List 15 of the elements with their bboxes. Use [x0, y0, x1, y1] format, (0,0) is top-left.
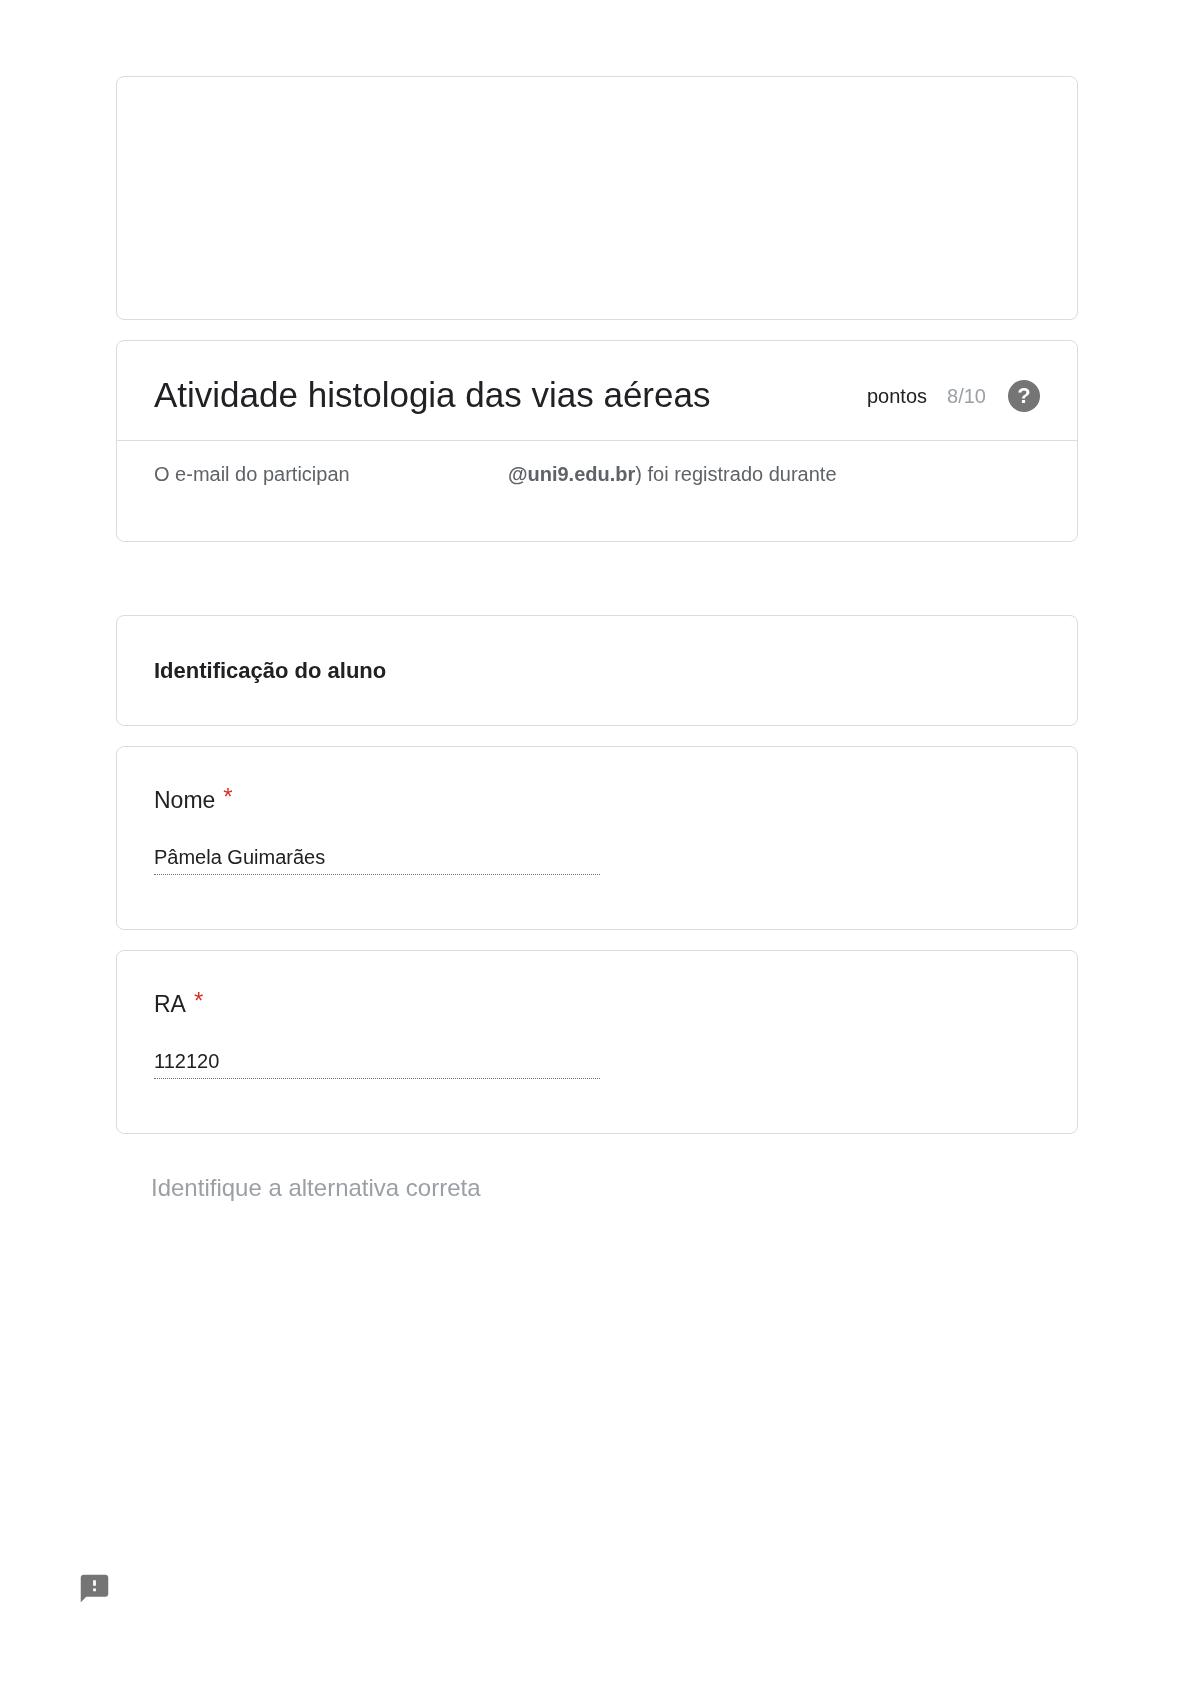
question-label: RA — [154, 990, 186, 1019]
score: 8/10 — [947, 383, 986, 409]
help-icon[interactable]: ? — [1008, 379, 1040, 412]
answer-field[interactable]: Pâmela Guimarães — [154, 841, 600, 875]
required-asterisk: * — [193, 987, 204, 1015]
section-title: Identificação do aluno — [154, 657, 387, 685]
form-title: Atividade histologia das vias aéreas — [154, 374, 711, 417]
question-label: Nome — [154, 786, 216, 815]
points-label: pontos — [867, 383, 928, 409]
email-notice: O e-mail do participan — [154, 462, 351, 487]
answer-field[interactable]: 112120 — [154, 1045, 600, 1079]
next-section-title: Identifique a alternativa correta — [151, 1173, 481, 1203]
feedback-icon[interactable] — [78, 1572, 111, 1605]
required-asterisk: * — [223, 783, 233, 811]
email-notice: @uni9.edu.br) foi registrado durante — [508, 462, 837, 487]
